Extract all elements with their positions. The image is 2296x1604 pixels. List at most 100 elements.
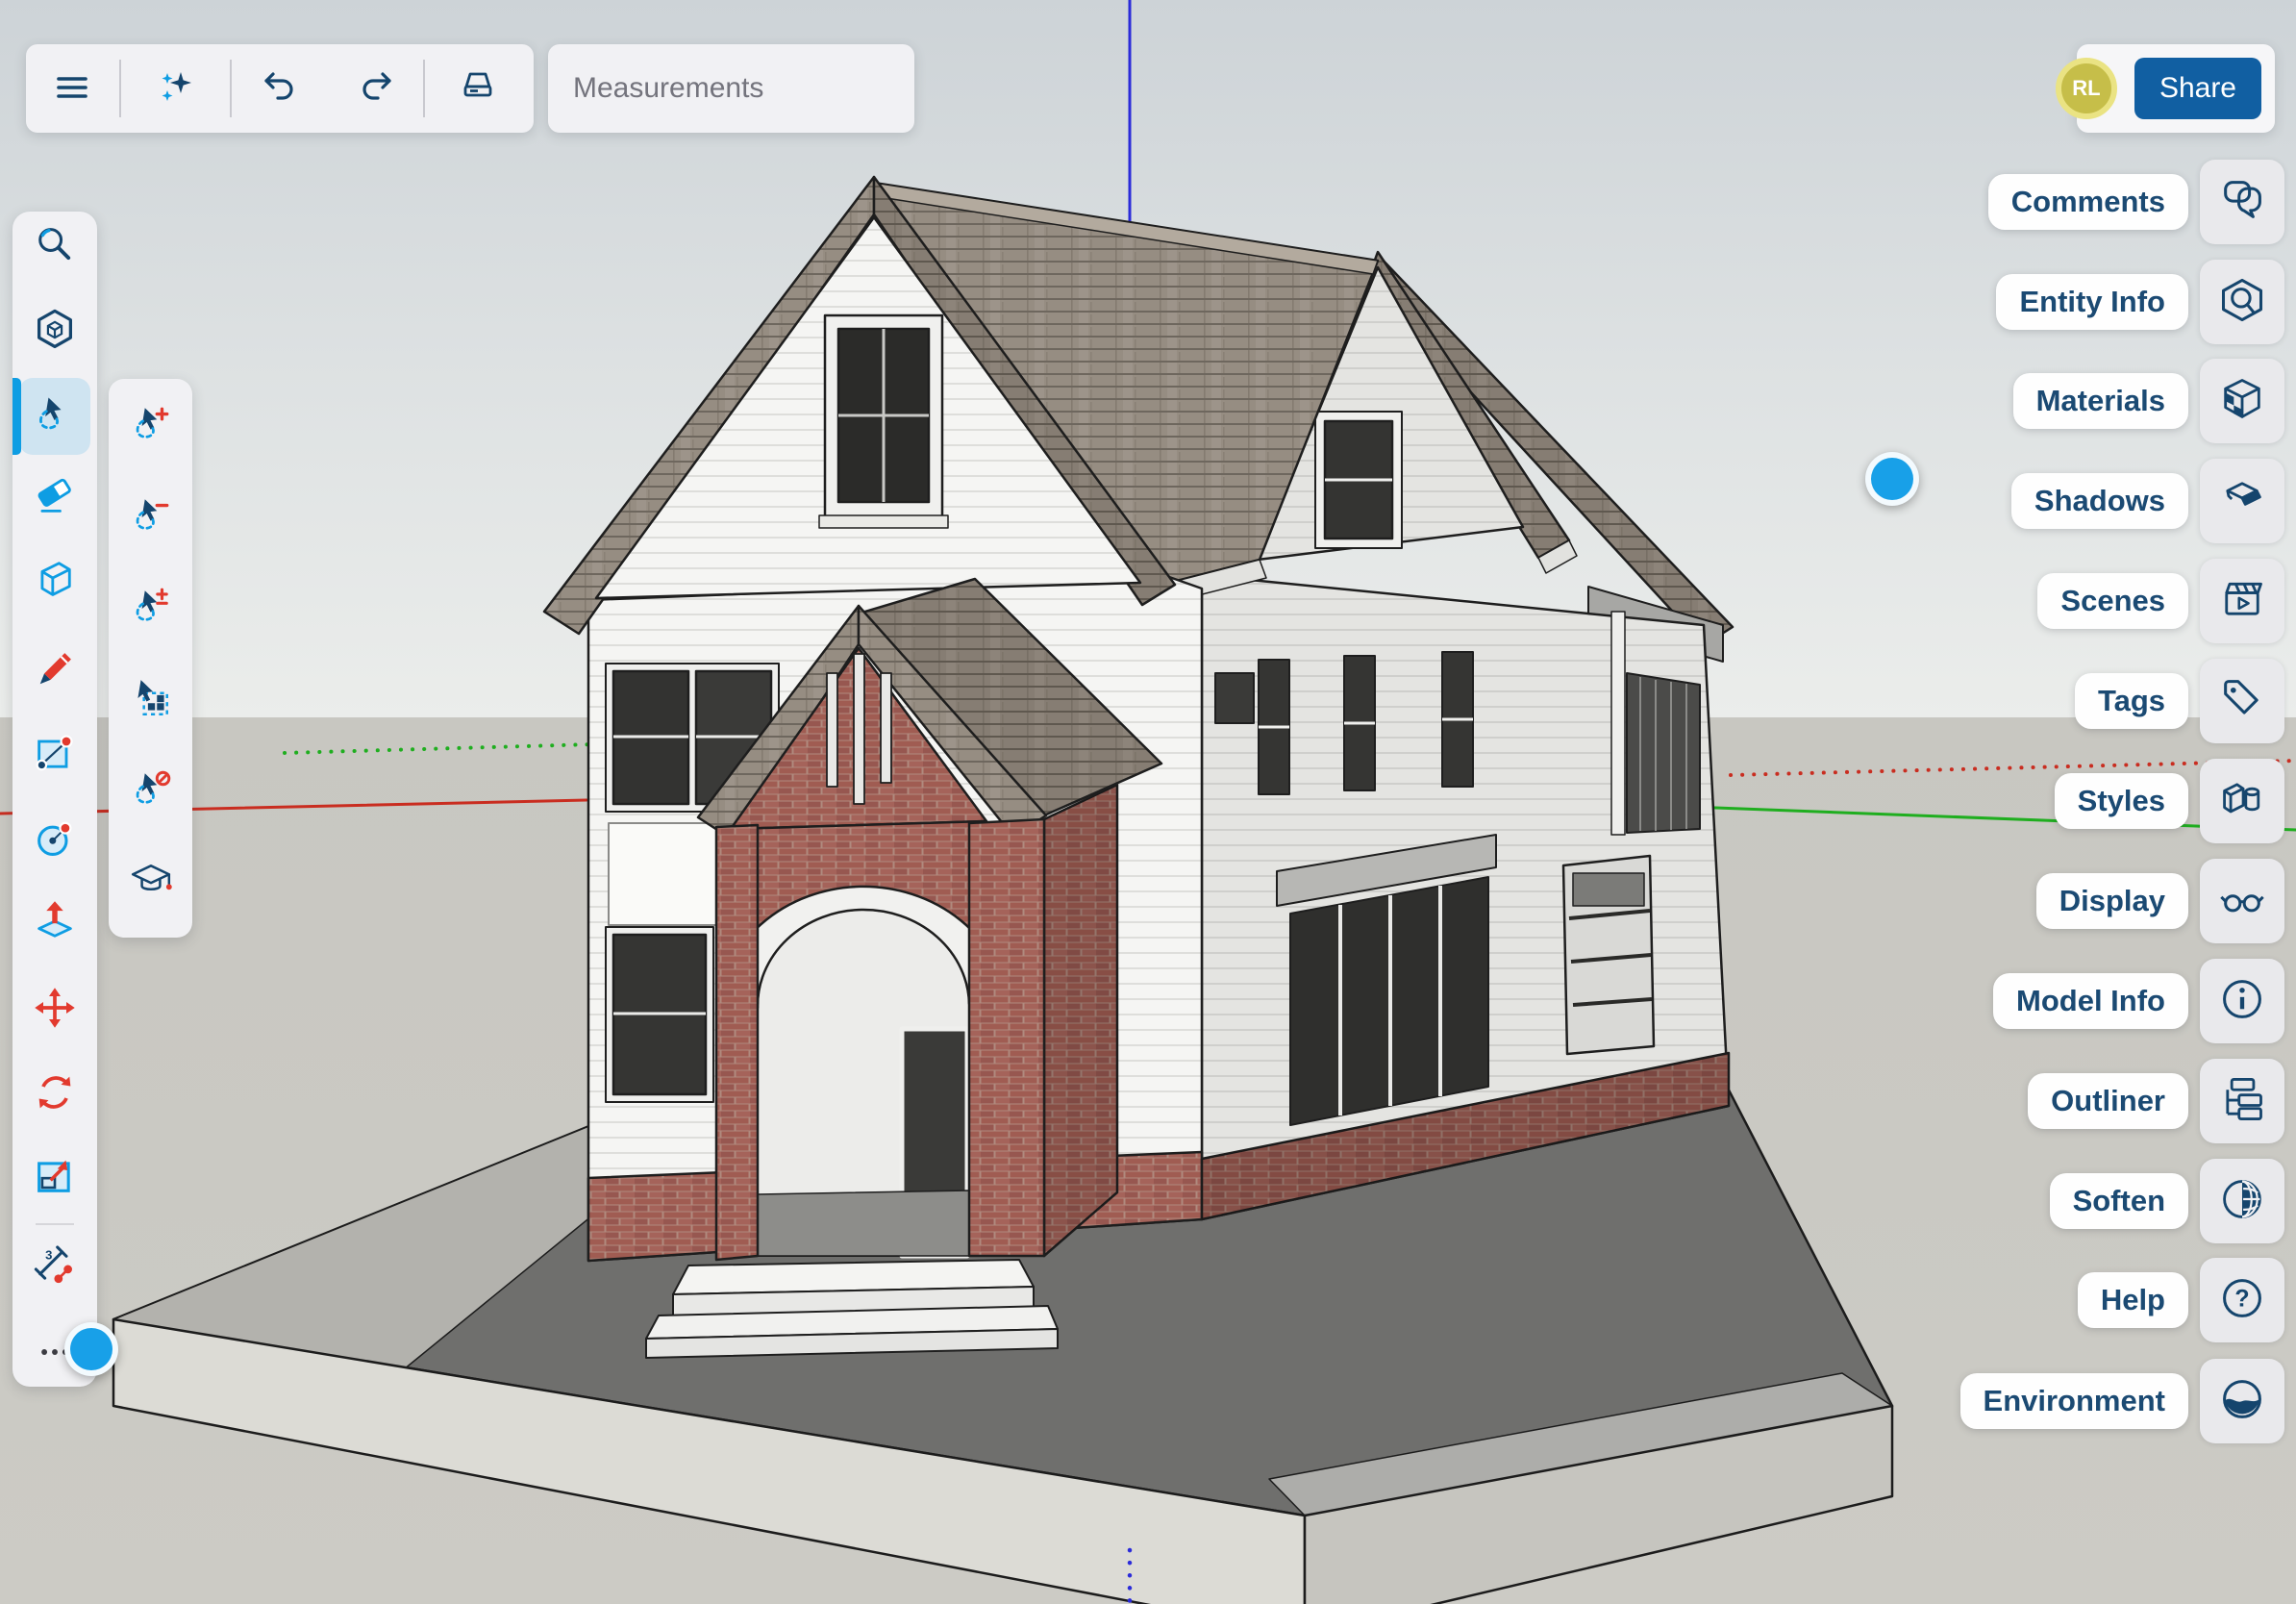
panel-label-outliner[interactable]: Outliner bbox=[2028, 1073, 2188, 1129]
tool-select-button[interactable] bbox=[19, 378, 90, 455]
select-window-icon bbox=[129, 676, 173, 725]
ai-assistant-button[interactable] bbox=[148, 60, 206, 117]
panel-button-scenes[interactable] bbox=[2200, 559, 2284, 643]
panel-button-soften[interactable] bbox=[2200, 1159, 2284, 1243]
flyout-select-toggle-button[interactable] bbox=[120, 575, 182, 642]
panel-button-environment[interactable] bbox=[2200, 1359, 2284, 1443]
panel-label-styles[interactable]: Styles bbox=[2055, 773, 2188, 829]
shadows-icon bbox=[2217, 474, 2267, 529]
panel-label-entity-info[interactable]: Entity Info bbox=[1996, 274, 2188, 330]
panel-button-help[interactable]: ? bbox=[2200, 1258, 2284, 1342]
rail-row-soften: Soften bbox=[2050, 1159, 2284, 1243]
svg-text:?: ? bbox=[2234, 1285, 2249, 1312]
select-add-icon bbox=[129, 402, 173, 451]
soften-icon bbox=[2217, 1174, 2267, 1229]
tool-rotate-button[interactable] bbox=[25, 1063, 85, 1126]
select-lasso-icon bbox=[32, 391, 78, 442]
select-tool-flyout bbox=[109, 379, 192, 938]
main-toolbar bbox=[26, 44, 534, 133]
select-plusminus-icon bbox=[129, 585, 173, 634]
comments-icon bbox=[2217, 175, 2267, 230]
cube-icon bbox=[32, 555, 78, 606]
rotate-arrows-icon bbox=[32, 1069, 78, 1120]
tools-toolbar: 3 bbox=[12, 212, 97, 1387]
redo-button[interactable] bbox=[346, 60, 404, 117]
measurements-panel bbox=[548, 44, 914, 133]
tool-move-button[interactable] bbox=[25, 978, 85, 1041]
flyout-instructor-button[interactable] bbox=[120, 849, 182, 916]
tool-box-button[interactable] bbox=[25, 548, 85, 612]
circle-tool-icon bbox=[32, 815, 78, 865]
panel-label-tags[interactable]: Tags bbox=[2075, 673, 2188, 729]
panel-label-help[interactable]: Help bbox=[2078, 1272, 2188, 1328]
panel-button-shadows[interactable] bbox=[2200, 459, 2284, 543]
panel-button-display[interactable] bbox=[2200, 859, 2284, 943]
panel-label-environment[interactable]: Environment bbox=[1960, 1373, 2188, 1429]
flyout-select-add-button[interactable] bbox=[120, 392, 182, 460]
measurements-input[interactable] bbox=[548, 44, 914, 133]
undo-button[interactable] bbox=[252, 60, 310, 117]
rail-row-entity-info: Entity Info bbox=[1996, 260, 2284, 344]
panel-label-scenes[interactable]: Scenes bbox=[2037, 573, 2188, 629]
tool-line-button[interactable] bbox=[25, 639, 85, 703]
environment-icon bbox=[2217, 1374, 2267, 1429]
tool-push-pull-button[interactable] bbox=[25, 891, 85, 955]
rail-row-help: Help? bbox=[2078, 1258, 2284, 1342]
avatar[interactable]: RL bbox=[2056, 58, 2117, 119]
redo-icon bbox=[354, 66, 396, 112]
panel-button-entity-info[interactable] bbox=[2200, 260, 2284, 344]
tool-zoom-button[interactable] bbox=[25, 215, 85, 279]
rail-row-tags: Tags bbox=[2075, 659, 2284, 743]
panel-button-outliner[interactable] bbox=[2200, 1059, 2284, 1143]
tool-more-tools-button[interactable] bbox=[25, 1322, 85, 1386]
panel-button-styles[interactable] bbox=[2200, 759, 2284, 843]
panel-button-materials[interactable] bbox=[2200, 359, 2284, 443]
panel-button-model-info[interactable] bbox=[2200, 959, 2284, 1043]
svg-text:3: 3 bbox=[45, 1247, 52, 1262]
rectangle-icon bbox=[32, 730, 78, 781]
model-viewport[interactable] bbox=[0, 0, 2296, 1604]
outliner-icon bbox=[2217, 1074, 2267, 1129]
rail-row-materials: Materials bbox=[2013, 359, 2284, 443]
panel-label-materials[interactable]: Materials bbox=[2013, 373, 2188, 429]
tool-circle-button[interactable] bbox=[25, 808, 85, 871]
magnifier-icon bbox=[32, 222, 78, 273]
rail-row-styles: Styles bbox=[2055, 759, 2284, 843]
panel-button-tags[interactable] bbox=[2200, 659, 2284, 743]
panel-label-comments[interactable]: Comments bbox=[1988, 174, 2188, 230]
toolbar-divider bbox=[36, 1223, 74, 1225]
panel-label-display[interactable]: Display bbox=[2036, 873, 2188, 929]
toolbar-divider bbox=[423, 60, 425, 117]
tool-scale-button[interactable] bbox=[25, 1146, 85, 1210]
panel-label-shadows[interactable]: Shadows bbox=[2011, 473, 2188, 529]
flyout-select-subtract-button[interactable] bbox=[120, 484, 182, 551]
graduation-cap-icon bbox=[129, 859, 173, 908]
eraser-icon bbox=[32, 472, 78, 523]
tag-icon bbox=[2217, 674, 2267, 729]
account-panel: RL Share bbox=[2077, 44, 2275, 133]
rail-row-comments: Comments bbox=[1988, 160, 2284, 244]
materials-icon bbox=[2217, 374, 2267, 429]
tool-tape-measure-button[interactable]: 3 bbox=[25, 1235, 85, 1298]
tool-eraser-button[interactable] bbox=[25, 465, 85, 529]
glasses-icon bbox=[2217, 874, 2267, 929]
pencil-icon bbox=[32, 646, 78, 697]
share-button[interactable]: Share bbox=[2134, 58, 2261, 119]
hexagon-cube-icon bbox=[32, 307, 78, 358]
toolbar-divider bbox=[230, 60, 232, 117]
help-icon: ? bbox=[2217, 1273, 2267, 1328]
panel-label-soften[interactable]: Soften bbox=[2050, 1173, 2188, 1229]
tool-components-button[interactable] bbox=[25, 300, 85, 363]
rail-row-display: Display bbox=[2036, 859, 2284, 943]
menu-button[interactable] bbox=[43, 60, 101, 117]
panel-label-model-info[interactable]: Model Info bbox=[1993, 973, 2188, 1029]
scenes-icon bbox=[2217, 574, 2267, 629]
panel-button-comments[interactable] bbox=[2200, 160, 2284, 244]
flyout-select-window-button[interactable] bbox=[120, 666, 182, 734]
scale-arrow-icon bbox=[32, 1153, 78, 1204]
flyout-select-none-button[interactable] bbox=[120, 758, 182, 825]
undo-icon bbox=[260, 66, 302, 112]
drawer-icon bbox=[457, 66, 499, 112]
tool-rectangle-button[interactable] bbox=[25, 723, 85, 787]
files-drawer-button[interactable] bbox=[449, 60, 507, 117]
